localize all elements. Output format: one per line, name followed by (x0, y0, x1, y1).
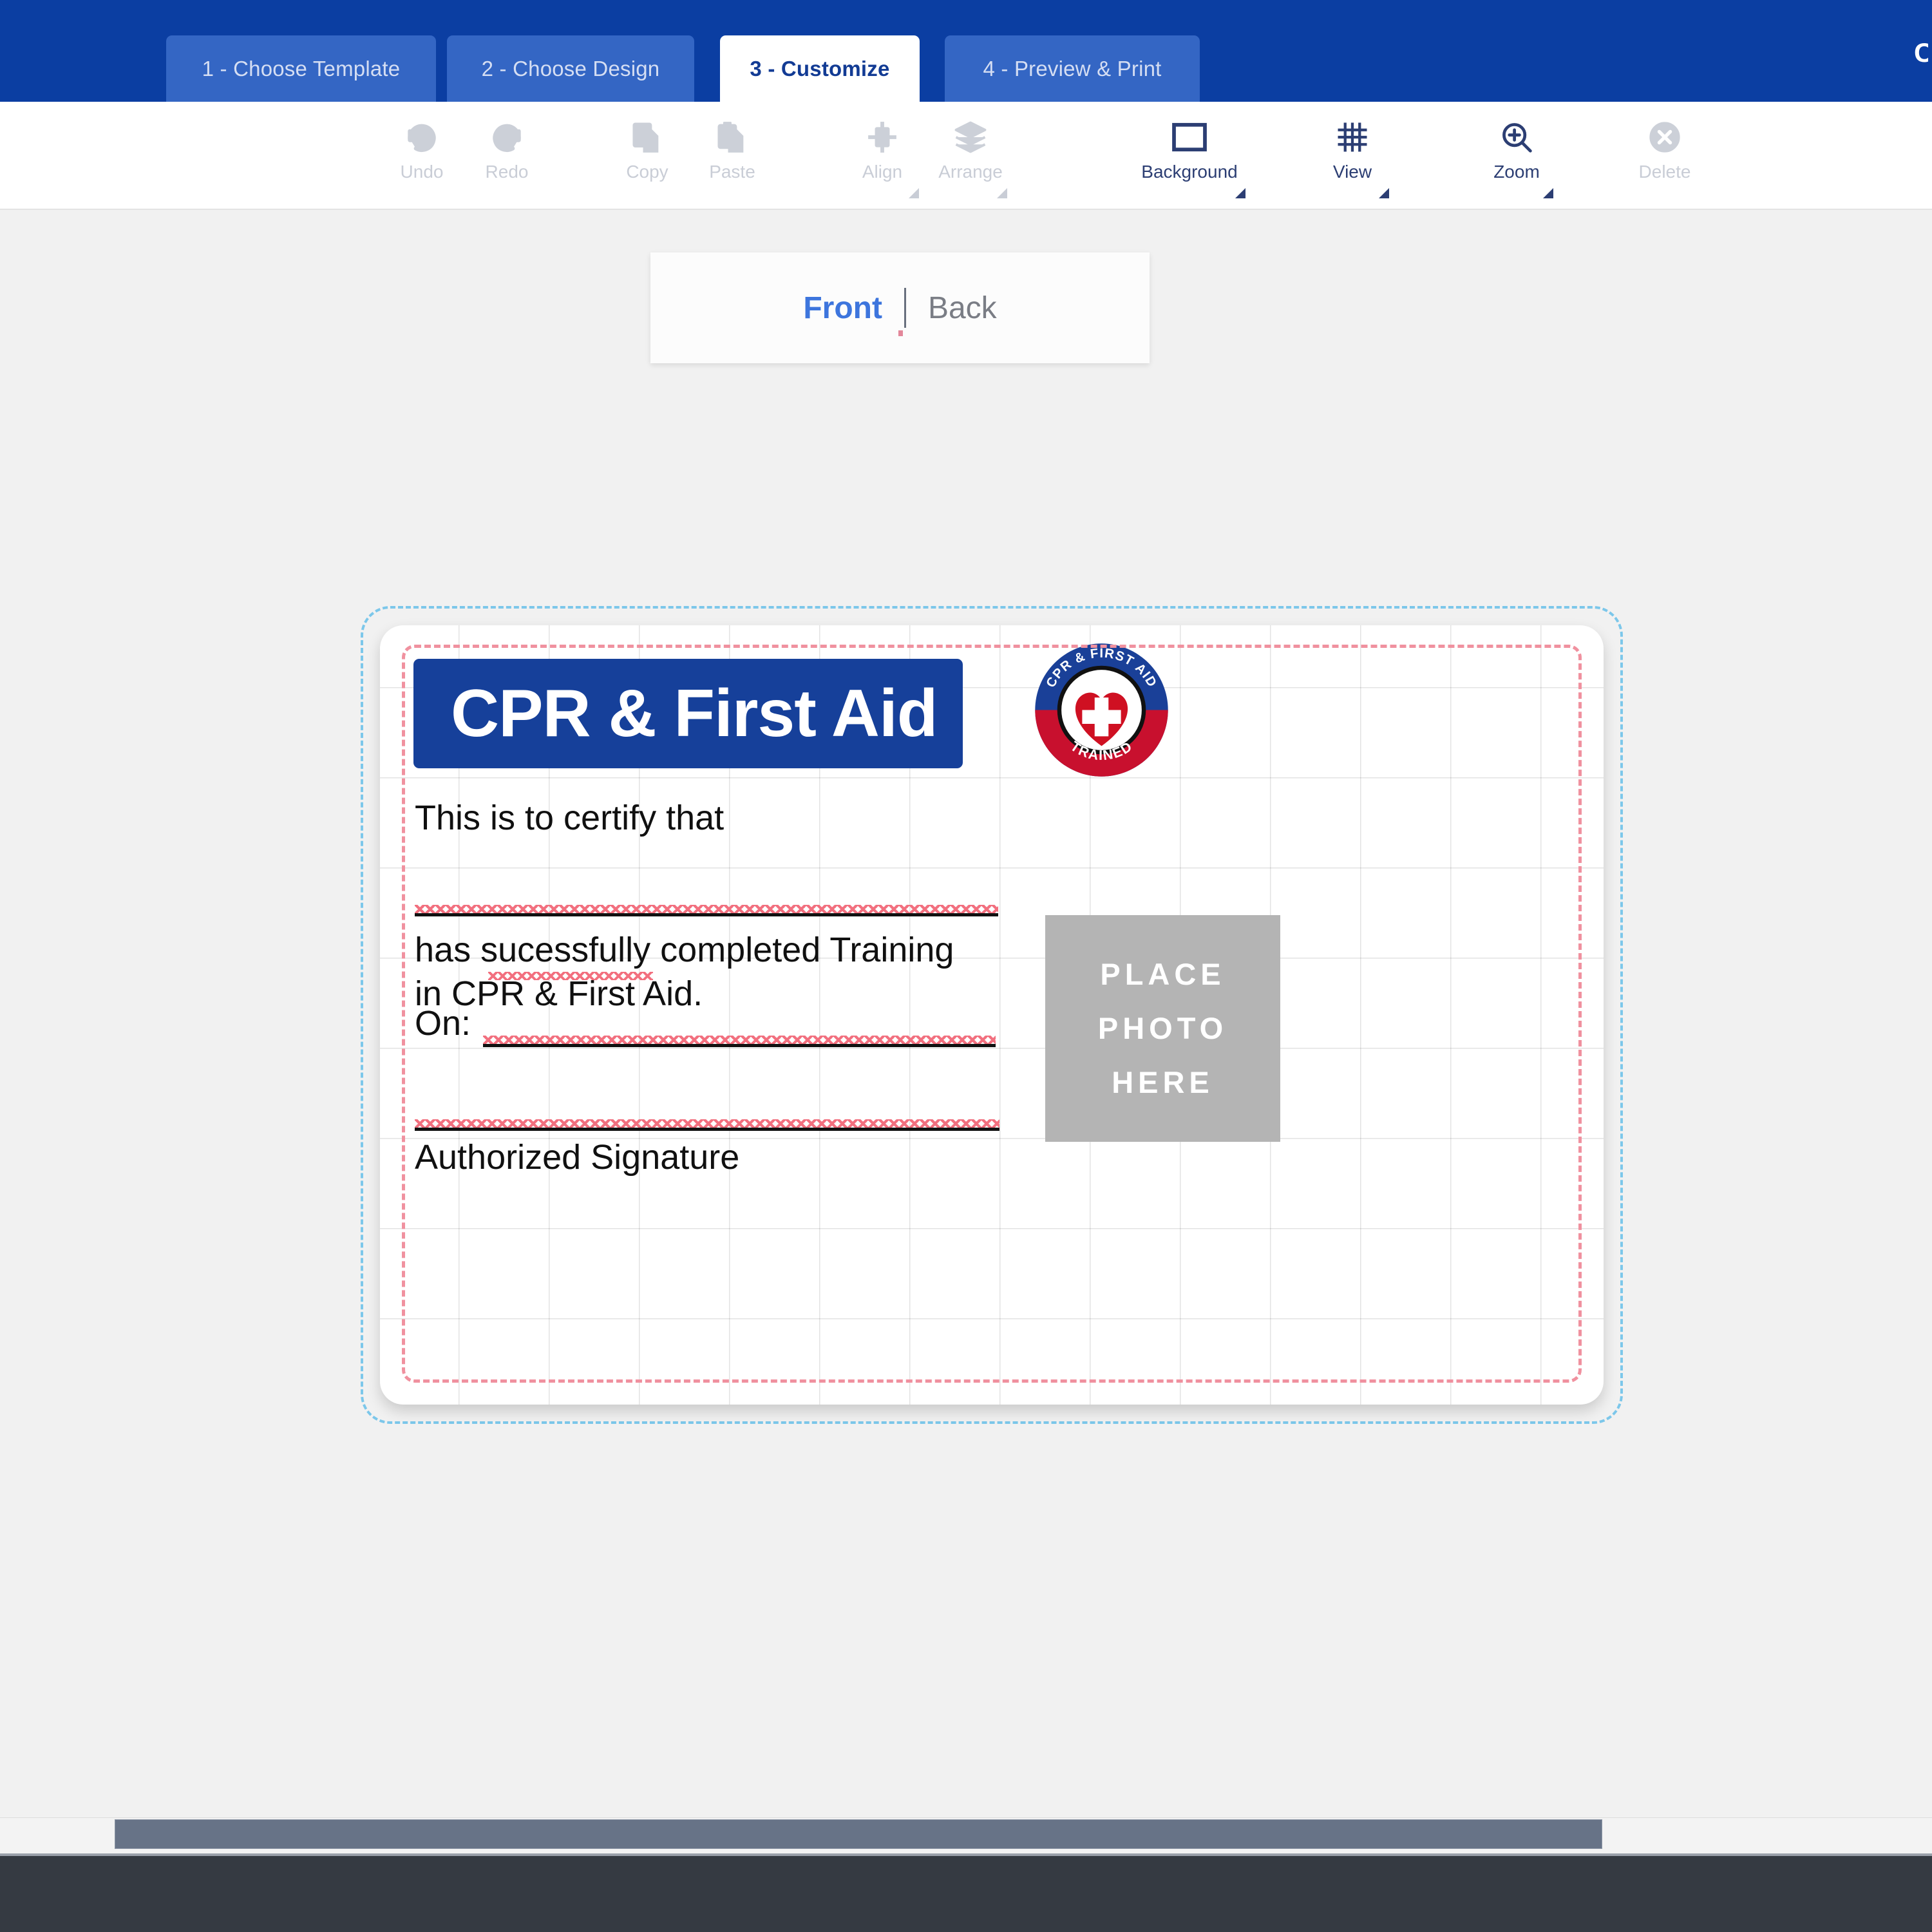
card-title-banner[interactable]: CPR & First Aid (413, 659, 963, 768)
photo-placeholder-line-1: PLACE (1100, 957, 1226, 991)
chevron-down-icon (909, 188, 919, 198)
redo-button[interactable]: Redo (459, 112, 555, 202)
step-tab-label: 4 - Preview & Print (983, 56, 1162, 80)
signature-label[interactable]: Authorized Signature (415, 1137, 739, 1177)
spellcheck-squiggle-date (483, 1036, 996, 1045)
delete-label: Delete (1638, 162, 1691, 182)
step-tab-choose-template[interactable]: 1 - Choose Template (166, 35, 436, 102)
tab-back[interactable]: Back (906, 290, 1019, 326)
step-tab-label: 1 - Choose Template (202, 56, 401, 80)
cut-off-corner-text: C (1914, 37, 1928, 68)
undo-label: Undo (400, 162, 444, 182)
layers-stack-icon (953, 112, 988, 162)
copy-button[interactable]: Copy (599, 112, 696, 202)
undo-arrow-icon (404, 112, 440, 162)
design-canvas-area: Front Back CPR & First Aid CPR & FIRST A… (0, 210, 1932, 1817)
copy-pages-icon (630, 112, 664, 162)
photo-placeholder-line-2: PHOTO (1097, 1011, 1228, 1045)
signature-blank-line[interactable] (415, 1128, 999, 1131)
spellcheck-squiggle-signature (415, 1119, 999, 1128)
paste-label: Paste (709, 162, 755, 182)
cpr-first-aid-trained-badge[interactable]: CPR & FIRST AID TRAINED (1032, 641, 1171, 779)
certificate-card-front[interactable]: CPR & First Aid CPR & FIRST AID TRAINED … (380, 625, 1604, 1405)
background-label: Background (1141, 162, 1238, 182)
paste-button[interactable]: Paste (684, 112, 781, 202)
certify-line[interactable]: This is to certify that (415, 798, 724, 838)
align-label: Align (862, 162, 903, 182)
circle-x-icon (1647, 112, 1682, 162)
zoom-label: Zoom (1493, 162, 1540, 182)
view-label: View (1332, 162, 1372, 182)
step-tab-choose-design[interactable]: 2 - Choose Design (447, 35, 694, 102)
name-blank-line[interactable] (415, 913, 998, 916)
arrange-label: Arrange (938, 162, 1003, 182)
paste-clipboard-icon (715, 112, 749, 162)
side-switch-marker (898, 330, 903, 336)
horizontal-scrollbar-thumb[interactable] (115, 1819, 1602, 1849)
delete-button[interactable]: Delete (1616, 112, 1713, 202)
step-tab-preview-print[interactable]: 4 - Preview & Print (945, 35, 1200, 102)
step-progress-bar: 1 - Choose Template 2 - Choose Design 3 … (0, 0, 1932, 102)
redo-label: Redo (485, 162, 529, 182)
zoom-button[interactable]: Zoom (1468, 112, 1565, 202)
page-footer (0, 1853, 1932, 1932)
editor-toolbar: Undo Redo Copy Paste Align Arrange Backg… (0, 102, 1932, 210)
photo-placeholder[interactable]: PLACE PHOTO HERE (1045, 915, 1280, 1142)
spellcheck-squiggle-sucessfully (488, 972, 653, 980)
chevron-down-icon (1379, 188, 1389, 198)
photo-placeholder-line-3: HERE (1112, 1065, 1214, 1099)
tab-front[interactable]: Front (781, 290, 904, 326)
background-button[interactable]: Background (1122, 112, 1257, 202)
card-title: CPR & First Aid (451, 676, 938, 751)
chevron-down-icon (1543, 188, 1553, 198)
card-stage[interactable]: CPR & First Aid CPR & FIRST AID TRAINED … (361, 606, 1623, 1424)
view-button[interactable]: View (1304, 112, 1401, 202)
date-label[interactable]: On: (415, 1003, 471, 1043)
chevron-down-icon (997, 188, 1007, 198)
horizontal-scrollbar-track[interactable] (0, 1817, 1932, 1853)
step-tab-label: 2 - Choose Design (481, 56, 660, 80)
align-center-icon (866, 112, 898, 162)
grid-hash-icon (1335, 112, 1370, 162)
step-tab-customize[interactable]: 3 - Customize (720, 35, 920, 102)
undo-button[interactable]: Undo (374, 112, 470, 202)
chevron-down-icon (1235, 188, 1245, 198)
redo-arrow-icon (489, 112, 525, 162)
card-side-switch: Front Back (650, 252, 1150, 363)
body-line-1: has sucessfully completed Training (415, 931, 954, 969)
magnifier-plus-icon (1499, 112, 1534, 162)
rectangle-icon (1171, 112, 1208, 162)
copy-label: Copy (626, 162, 668, 182)
date-blank-line[interactable] (483, 1044, 996, 1047)
align-button[interactable]: Align (834, 112, 931, 202)
arrange-button[interactable]: Arrange (922, 112, 1019, 202)
spellcheck-squiggle-name (415, 905, 998, 914)
step-tab-label: 3 - Customize (750, 56, 890, 80)
